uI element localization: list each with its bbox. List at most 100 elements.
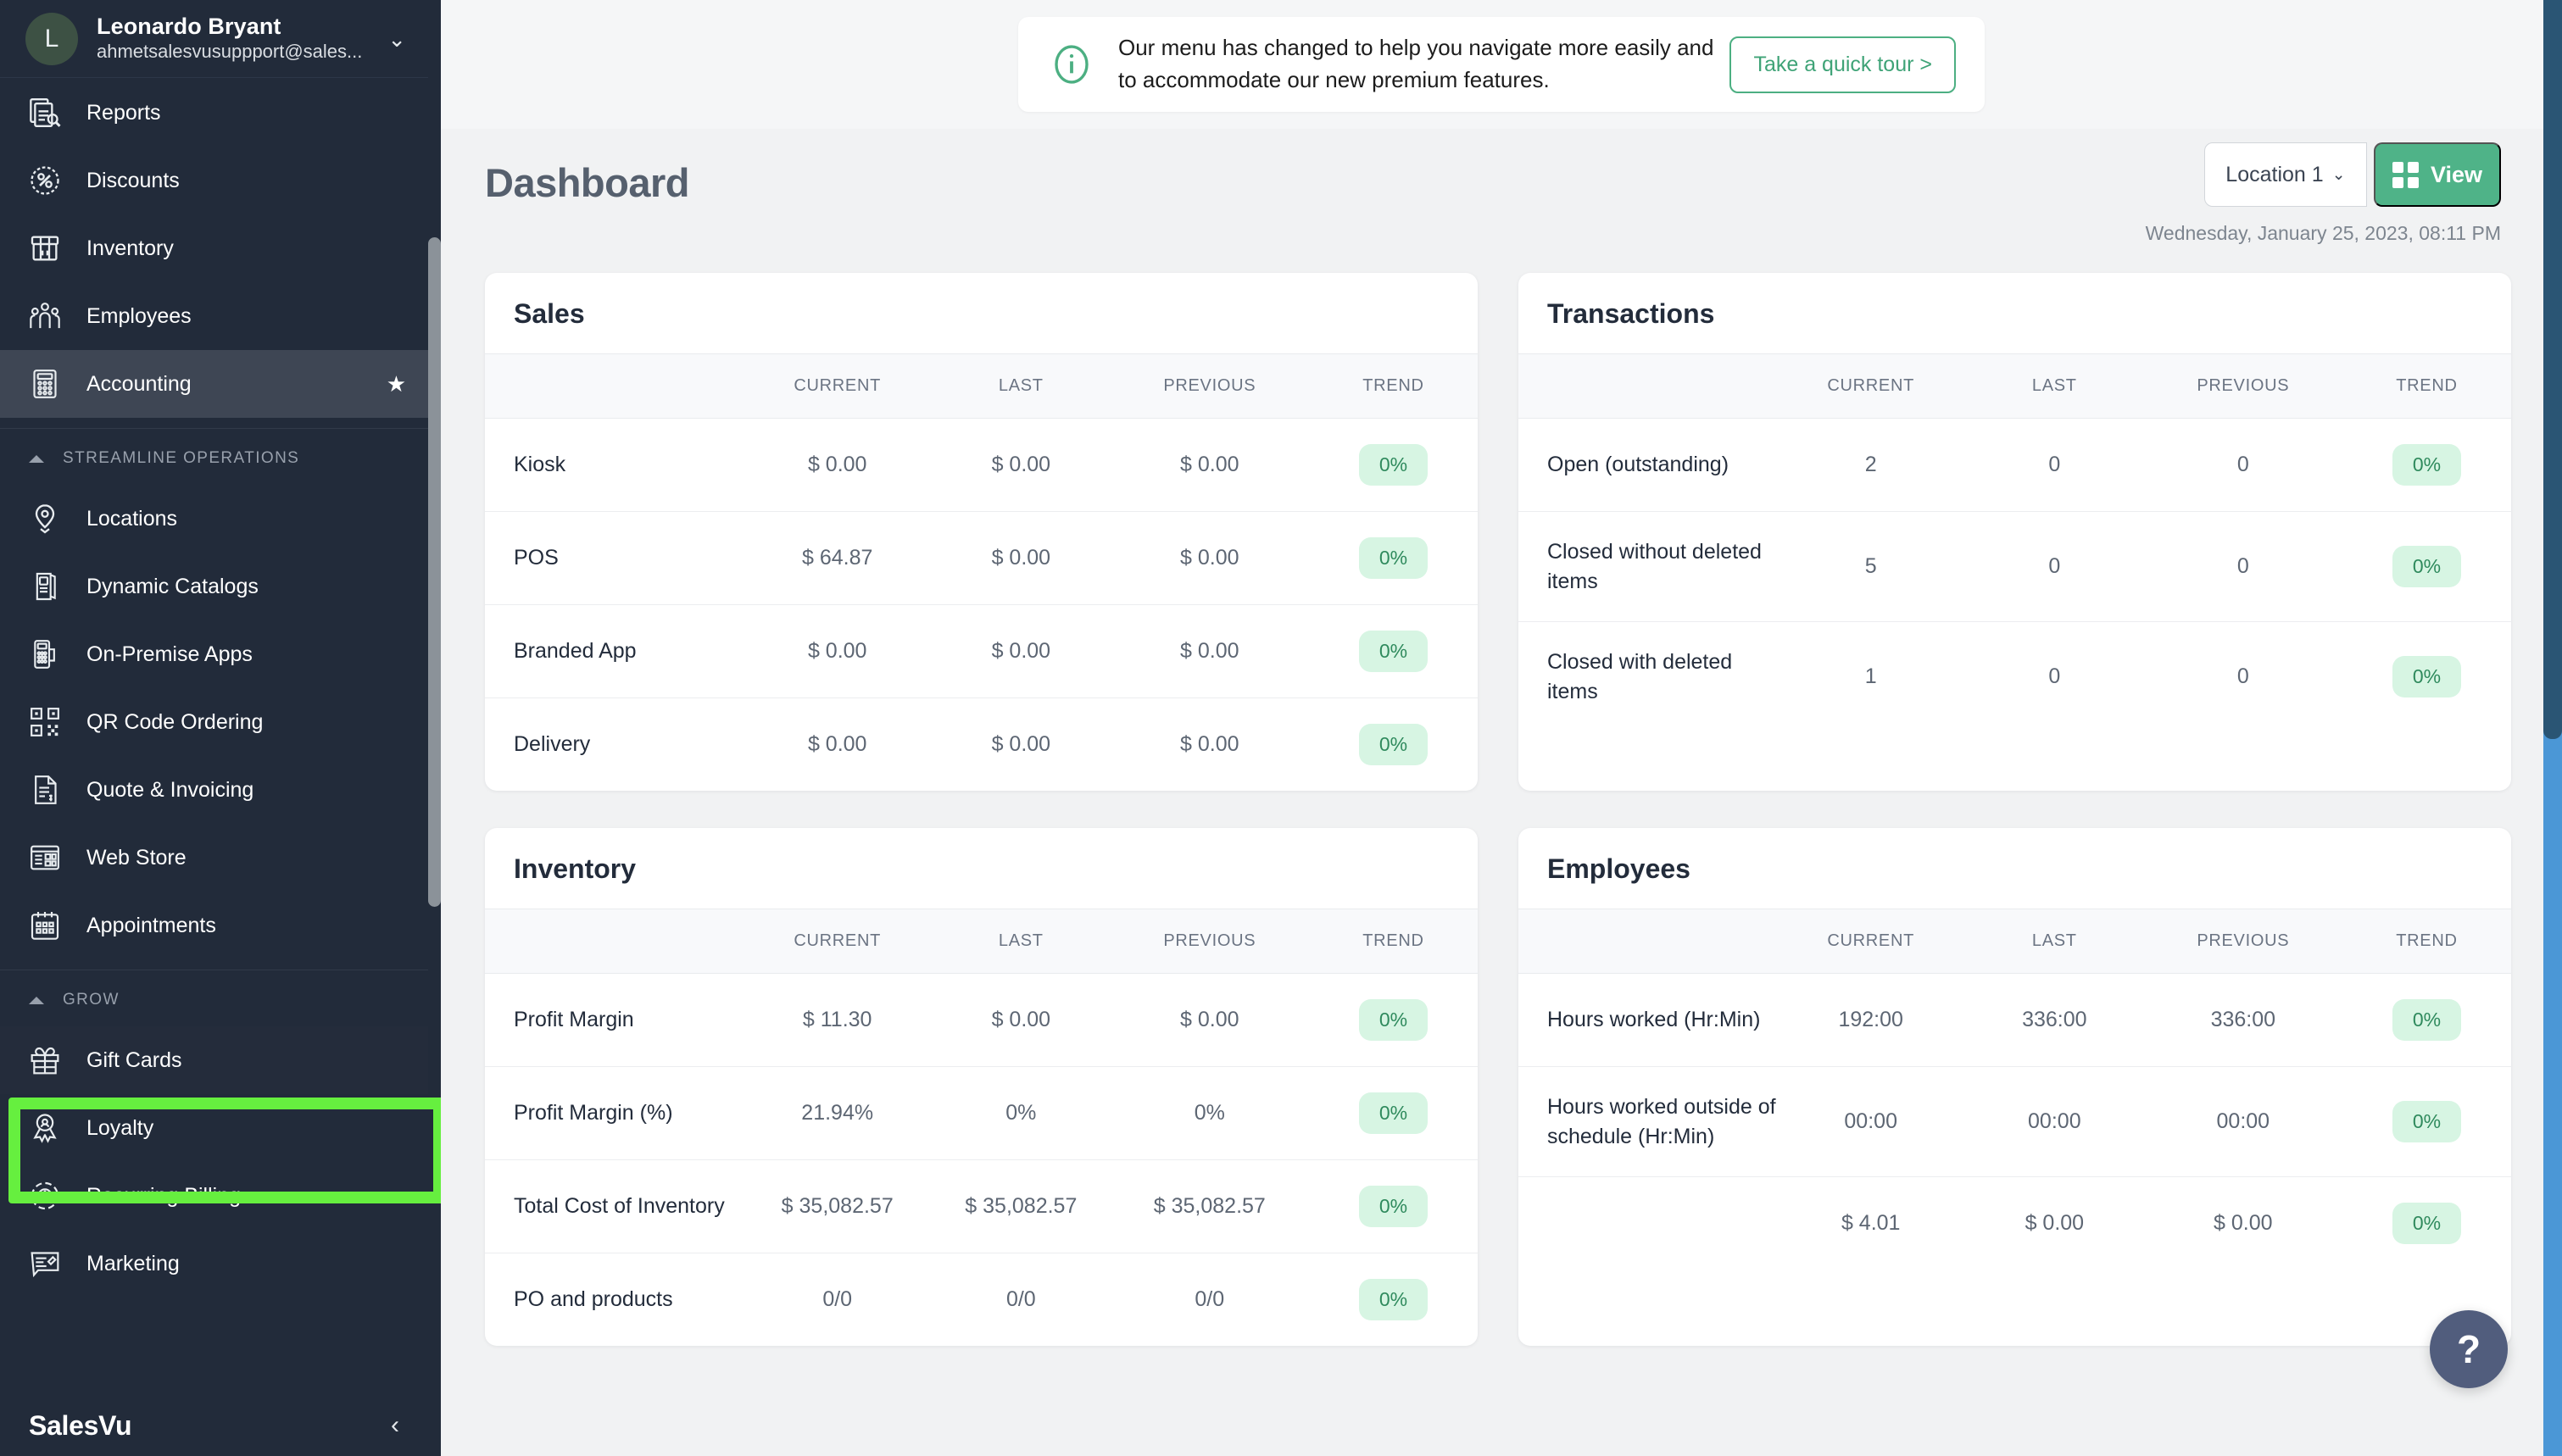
star-icon[interactable]: ★ <box>387 371 406 397</box>
table-row: Profit Margin $ 11.30 $ 0.00 $ 0.00 0% <box>485 973 1478 1067</box>
table-row: Delivery $ 0.00 $ 0.00 $ 0.00 0% <box>485 698 1478 792</box>
sidebar-item-employees[interactable]: Employees <box>0 282 428 350</box>
cell-last: 00:00 <box>1964 1066 2144 1177</box>
sidebar-item-reports[interactable]: Reports <box>0 79 428 147</box>
sidebar-item-appointments[interactable]: Appointments <box>0 892 428 959</box>
cell-current: 2 <box>1776 418 1965 512</box>
trend-badge: 0% <box>2392 546 2462 587</box>
banner-message: Our menu has changed to help you navigat… <box>1118 35 1714 92</box>
cell-previous: 00:00 <box>2143 1066 2342 1177</box>
cell-previous: $ 0.00 <box>1110 418 1309 512</box>
sidebar-inner: L Leonardo Bryant ahmetsalesvusuppport@s… <box>0 0 428 1456</box>
sidebar-item-label: QR Code Ordering <box>86 709 264 734</box>
sidebar-footer: SalesVu ‹ <box>0 1395 428 1456</box>
table-row: Open (outstanding) 2 0 0 0% <box>1518 418 2511 512</box>
sidebar-item-web-store[interactable]: Web Store <box>0 824 428 892</box>
sidebar-group-grow[interactable]: GROW <box>0 974 428 1026</box>
page-scrollbar-thumb[interactable] <box>2543 0 2562 739</box>
trend-badge: 0% <box>1358 444 1429 486</box>
sidebar-item-label: Web Store <box>86 845 187 870</box>
chevron-down-icon[interactable]: ⌄ <box>387 28 406 50</box>
sidebar-item-qr-code-ordering[interactable]: QR Code Ordering <box>0 688 428 756</box>
row-label: Branded App <box>485 604 744 698</box>
sidebar-item-on-premise-apps[interactable]: On-Premise Apps <box>0 620 428 688</box>
row-label <box>1518 1177 1776 1270</box>
avatar: L <box>25 12 78 65</box>
cell-trend: 0% <box>1308 418 1478 512</box>
card-title: Inventory <box>514 853 637 884</box>
table-header-row: CURRENT LAST PREVIOUS TREND <box>1518 909 2511 974</box>
cell-previous: 336:00 <box>2143 973 2342 1067</box>
cell-trend: 0% <box>1308 973 1478 1067</box>
cell-last: $ 0.00 <box>2025 1211 2085 1235</box>
sidebar-item-marketing[interactable]: Marketing <box>0 1230 428 1298</box>
cell-trend: 0% <box>1308 1159 1478 1253</box>
cell-last: $ 0.00 <box>931 418 1111 512</box>
table-row: Total Cost of Inventory $ 35,082.57 $ 35… <box>485 1159 1478 1253</box>
chevron-left-icon[interactable]: ‹ <box>391 1411 399 1440</box>
location-label: Location 1 <box>2225 162 2324 186</box>
sidebar-item-inventory[interactable]: Inventory <box>0 214 428 282</box>
take-quick-tour-button[interactable]: Take a quick tour > <box>1729 36 1956 93</box>
sidebar-item-discounts[interactable]: Discounts <box>0 147 428 214</box>
cell-previous: $ 0.00 <box>1110 511 1309 605</box>
table-row: Profit Margin (%) 21.94% 0% 0% 0% <box>485 1066 1478 1160</box>
cell-trend: 0% <box>2342 973 2511 1067</box>
cell-trend: 0% <box>2342 1177 2511 1270</box>
sidebar-scrollbar-thumb[interactable] <box>428 237 441 907</box>
cell-current: $ 0.00 <box>807 732 867 756</box>
sidebar-item-label: Discounts <box>86 168 180 192</box>
sidebar-item-label: Appointments <box>86 913 216 937</box>
row-label: PO and products <box>514 1287 673 1312</box>
cell-last: $ 0.00 <box>931 511 1111 605</box>
cell-trend: 0% <box>1309 698 1478 792</box>
card-title: Transactions <box>1547 298 1715 329</box>
cell-previous: 0% <box>1110 1066 1309 1160</box>
gift-icon <box>25 1041 64 1080</box>
sidebar-item-quote-invoicing[interactable]: Quote & Invoicing <box>0 756 428 824</box>
sidebar-item-label: Dynamic Catalogs <box>86 574 259 598</box>
sidebar-scrollbar-track[interactable] <box>428 0 441 1456</box>
sidebar-item-loyalty[interactable]: Loyalty <box>0 1094 428 1162</box>
sidebar-group-streamline-operations[interactable]: STREAMLINE OPERATIONS <box>0 432 428 485</box>
sidebar-item-label: Marketing <box>86 1251 180 1275</box>
sidebar-item-gift-cards[interactable]: Gift Cards <box>0 1026 428 1094</box>
sidebar-item-label: Employees <box>86 303 192 328</box>
row-label: Hours worked outside of schedule (Hr:Min… <box>1518 1066 1777 1177</box>
sidebar-item-accounting[interactable]: Accounting ★ <box>0 350 428 418</box>
sidebar-item-dynamic-catalogs[interactable]: Dynamic Catalogs <box>0 553 428 620</box>
trend-badge: 0% <box>1358 724 1429 765</box>
cell-current: $ 0.00 <box>743 418 932 512</box>
loyalty-badge-icon <box>25 1109 64 1148</box>
col-label <box>1518 353 1777 419</box>
grid-icon <box>2392 161 2419 188</box>
sidebar-item-label: On-Premise Apps <box>86 642 253 666</box>
sidebar-item-label: Locations <box>86 506 178 531</box>
sidebar-profile[interactable]: L Leonardo Bryant ahmetsalesvusuppport@s… <box>0 0 428 78</box>
invoice-doc-icon <box>25 770 64 809</box>
location-dropdown[interactable]: Location 1 ⌄ <box>2203 142 2367 207</box>
cell-previous: $ 0.00 <box>1110 973 1309 1067</box>
inventory-table: CURRENT LAST PREVIOUS TREND Profit Margi… <box>485 909 1478 1346</box>
cell-current: 21.94% <box>743 1066 932 1160</box>
help-button[interactable]: ? <box>2430 1310 2508 1388</box>
info-circle-icon <box>1049 42 1094 87</box>
caret-up-icon <box>29 454 44 463</box>
page-scrollbar-track[interactable] <box>2543 0 2562 1456</box>
col-last: LAST <box>1964 353 2144 419</box>
table-row: Closed with deleted items 1 0 0 0% <box>1518 622 2511 732</box>
col-previous: PREVIOUS <box>1110 353 1309 419</box>
sidebar-nav: Reports Discounts Inventory Employees Ac… <box>0 79 428 1456</box>
sidebar-item-recurring-billing[interactable]: Recurring Billing <box>0 1162 428 1230</box>
employees-icon <box>25 297 64 336</box>
inventory-box-icon <box>25 229 64 268</box>
cell-current: 192:00 <box>1776 973 1965 1067</box>
view-button[interactable]: View <box>2373 142 2501 207</box>
trend-badge: 0% <box>2392 1203 2462 1244</box>
col-label <box>485 353 744 419</box>
cell-last: 0% <box>931 1066 1111 1160</box>
app-root: L Leonardo Bryant ahmetsalesvusuppport@s… <box>0 0 2562 1456</box>
sidebar-item-locations[interactable]: Locations <box>0 485 428 553</box>
card-title: Employees <box>1547 853 1690 884</box>
cell-current: $ 11.30 <box>743 973 932 1067</box>
